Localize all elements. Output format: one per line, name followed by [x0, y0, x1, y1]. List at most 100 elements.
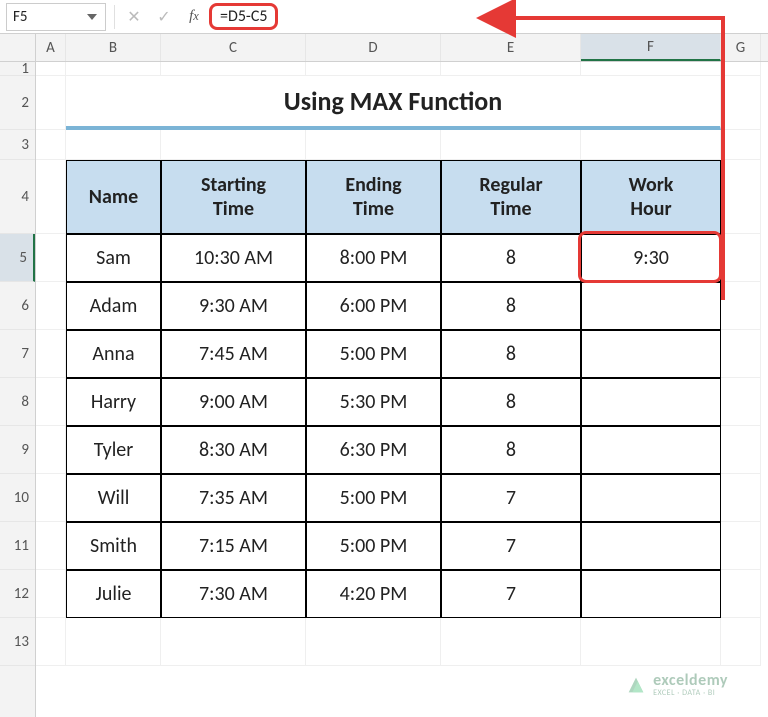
cell-G4[interactable] [721, 160, 761, 234]
cell-F12[interactable] [581, 570, 721, 618]
cell-A10[interactable] [36, 474, 66, 522]
cell-B7[interactable]: Anna [66, 330, 161, 378]
cell-C11[interactable]: 7:15 AM [161, 522, 306, 570]
cell-E4[interactable]: RegularTime [441, 160, 581, 234]
row-header-6[interactable]: 6 [0, 282, 35, 330]
cell-G5[interactable] [721, 234, 761, 282]
cell-A2[interactable] [36, 76, 66, 130]
cell-C9[interactable]: 8:30 AM [161, 426, 306, 474]
col-header-A[interactable]: A [36, 34, 66, 61]
cell-B4[interactable]: Name [66, 160, 161, 234]
cell-B9[interactable]: Tyler [66, 426, 161, 474]
row-header-5[interactable]: 5 [0, 234, 35, 282]
cell-B5[interactable]: Sam [66, 234, 161, 282]
cell-F8[interactable] [581, 378, 721, 426]
cell-D9[interactable]: 6:30 PM [306, 426, 441, 474]
cell-F13[interactable] [581, 618, 721, 666]
cell-B10[interactable]: Will [66, 474, 161, 522]
cell-B13[interactable] [66, 618, 161, 666]
cell-C7[interactable]: 7:45 AM [161, 330, 306, 378]
cell-G13[interactable] [721, 618, 761, 666]
cell-A5[interactable] [36, 234, 66, 282]
cell-F6[interactable] [581, 282, 721, 330]
formula-input[interactable]: =D5-C5 [209, 3, 768, 31]
row-header-3[interactable]: 3 [0, 130, 35, 160]
cell-G6[interactable] [721, 282, 761, 330]
cell-C13[interactable] [161, 618, 306, 666]
cell-C3[interactable] [161, 130, 306, 160]
cell-F11[interactable] [581, 522, 721, 570]
cell-F1[interactable] [581, 62, 721, 76]
cell-C1[interactable] [161, 62, 306, 76]
name-box-dropdown-icon[interactable] [85, 10, 99, 24]
cell-E10[interactable]: 7 [441, 474, 581, 522]
cell-F4[interactable]: WorkHour [581, 160, 721, 234]
cell-F5[interactable]: 9:30 [581, 234, 721, 282]
cell-D1[interactable] [306, 62, 441, 76]
cell-G10[interactable] [721, 474, 761, 522]
enter-icon[interactable]: ✓ [149, 3, 179, 31]
cell-C8[interactable]: 9:00 AM [161, 378, 306, 426]
cell-D3[interactable] [306, 130, 441, 160]
row-header-12[interactable]: 12 [0, 570, 35, 618]
col-header-B[interactable]: B [66, 34, 161, 61]
cell-B12[interactable]: Julie [66, 570, 161, 618]
cell-D5[interactable]: 8:00 PM [306, 234, 441, 282]
cell-D11[interactable]: 5:00 PM [306, 522, 441, 570]
cell-B11[interactable]: Smith [66, 522, 161, 570]
row-header-11[interactable]: 11 [0, 522, 35, 570]
cell-B8[interactable]: Harry [66, 378, 161, 426]
cell-D6[interactable]: 6:00 PM [306, 282, 441, 330]
cancel-icon[interactable]: ✕ [119, 3, 149, 31]
col-header-E[interactable]: E [441, 34, 581, 61]
cell-G3[interactable] [721, 130, 761, 160]
col-header-D[interactable]: D [306, 34, 441, 61]
cell-D4[interactable]: EndingTime [306, 160, 441, 234]
name-box[interactable]: F5 [6, 3, 106, 31]
cell-E7[interactable]: 8 [441, 330, 581, 378]
row-header-13[interactable]: 13 [0, 618, 35, 666]
cell-C10[interactable]: 7:35 AM [161, 474, 306, 522]
cell-E9[interactable]: 8 [441, 426, 581, 474]
cell-E1[interactable] [441, 62, 581, 76]
cell-A3[interactable] [36, 130, 66, 160]
row-header-7[interactable]: 7 [0, 330, 35, 378]
cell-G11[interactable] [721, 522, 761, 570]
row-header-4[interactable]: 4 [0, 160, 35, 234]
cell-B1[interactable] [66, 62, 161, 76]
cell-G8[interactable] [721, 378, 761, 426]
cell-A12[interactable] [36, 570, 66, 618]
row-header-8[interactable]: 8 [0, 378, 35, 426]
row-header-1[interactable]: 1 [0, 62, 35, 76]
cell-B6[interactable]: Adam [66, 282, 161, 330]
fx-icon[interactable]: fx [179, 3, 209, 31]
cell-A6[interactable] [36, 282, 66, 330]
cell-G7[interactable] [721, 330, 761, 378]
cell-E3[interactable] [441, 130, 581, 160]
cell-A7[interactable] [36, 330, 66, 378]
cell-C12[interactable]: 7:30 AM [161, 570, 306, 618]
col-header-C[interactable]: C [161, 34, 306, 61]
cell-E8[interactable]: 8 [441, 378, 581, 426]
cell-E13[interactable] [441, 618, 581, 666]
cell-G2[interactable] [721, 76, 761, 130]
cell-D13[interactable] [306, 618, 441, 666]
cell-A11[interactable] [36, 522, 66, 570]
col-header-G[interactable]: G [721, 34, 761, 61]
cell-D10[interactable]: 5:00 PM [306, 474, 441, 522]
cell-G1[interactable] [721, 62, 761, 76]
row-header-9[interactable]: 9 [0, 426, 35, 474]
cells-area[interactable]: Using MAX FunctionNameStartingTimeEnding… [36, 62, 768, 717]
cell-C6[interactable]: 9:30 AM [161, 282, 306, 330]
cell-D7[interactable]: 5:00 PM [306, 330, 441, 378]
row-header-10[interactable]: 10 [0, 474, 35, 522]
cell-E12[interactable]: 7 [441, 570, 581, 618]
col-header-F[interactable]: F [581, 34, 721, 61]
cell-F7[interactable] [581, 330, 721, 378]
cell-A4[interactable] [36, 160, 66, 234]
cell-E5[interactable]: 8 [441, 234, 581, 282]
row-header-2[interactable]: 2 [0, 76, 35, 130]
cell-A1[interactable] [36, 62, 66, 76]
cell-A13[interactable] [36, 618, 66, 666]
cell-C4[interactable]: StartingTime [161, 160, 306, 234]
